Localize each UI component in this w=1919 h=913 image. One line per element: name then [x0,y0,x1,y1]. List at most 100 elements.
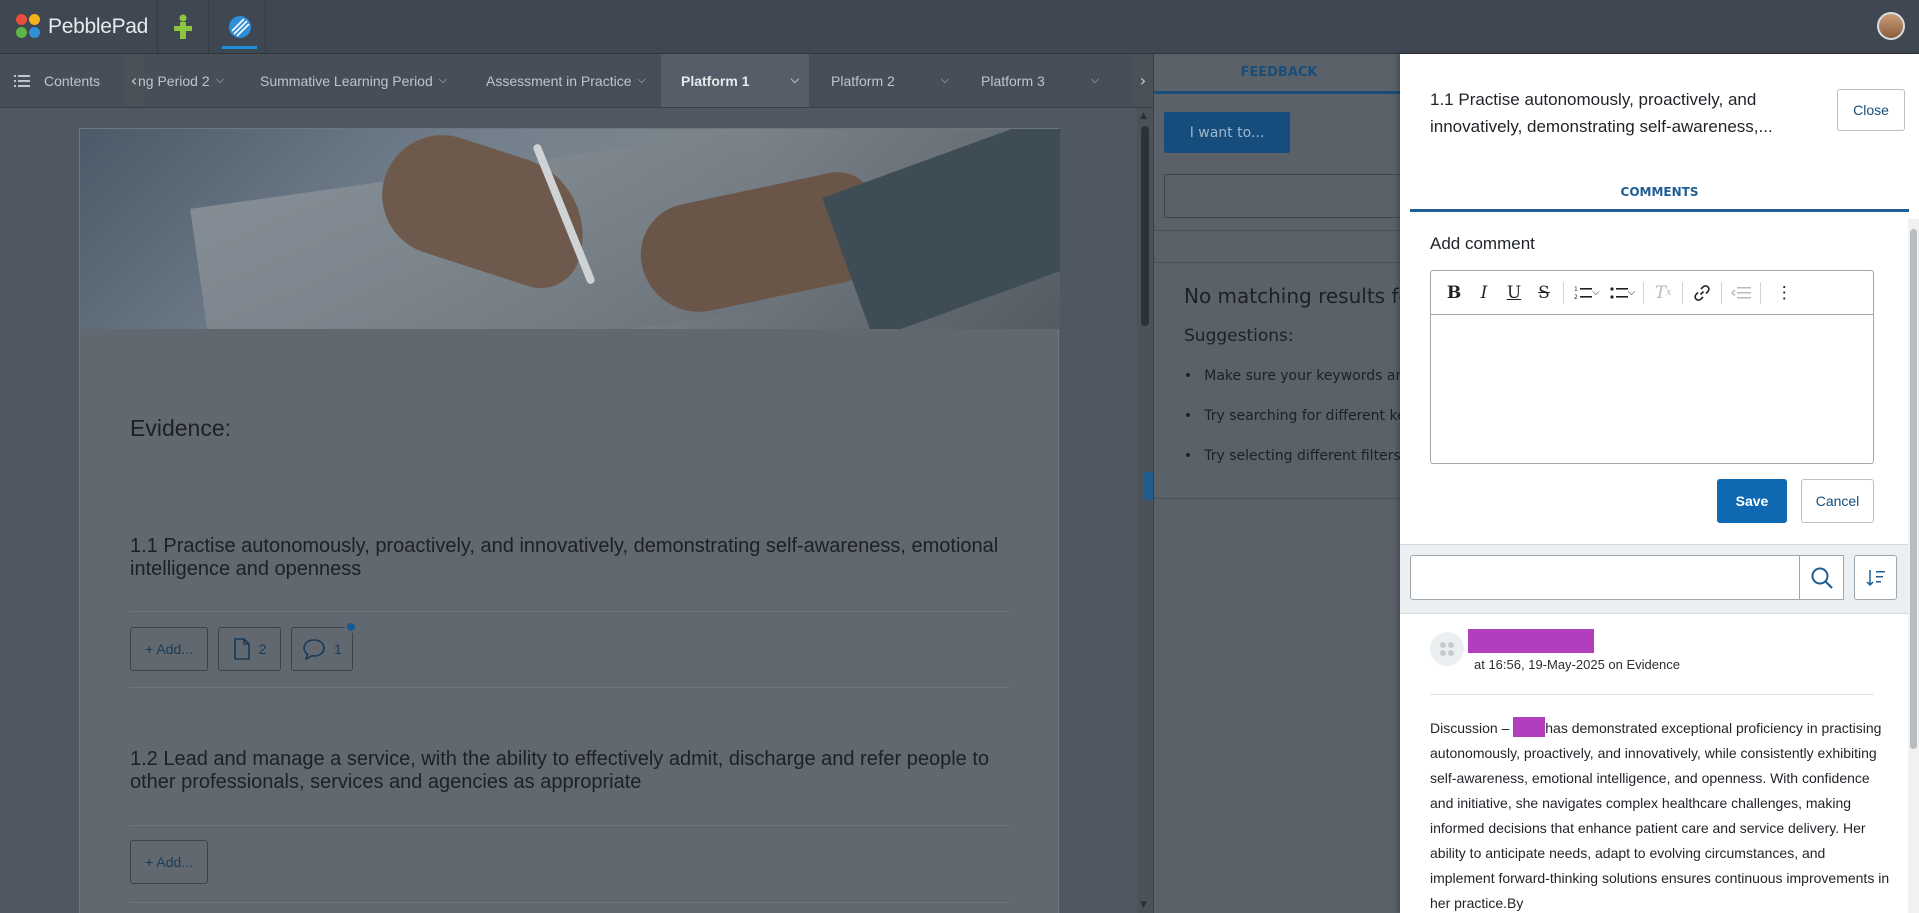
tab-label: Assessment in Practice [486,72,632,89]
comment-icon [303,639,325,660]
suggestions-heading: Suggestions: [1184,326,1294,346]
tab-label: Platform 1 [681,72,750,89]
comment-search-bar [1400,544,1908,614]
add-evidence-button[interactable]: + Add... [130,840,208,884]
i-want-to-button[interactable]: I want to... [1164,112,1290,153]
svg-text:2: 2 [1574,294,1578,301]
notification-dot [345,621,357,633]
document-icon [233,638,250,660]
comment-body: Discussion – has demonstrated exceptiona… [1430,716,1890,913]
toolbar-separator [1760,281,1762,304]
suggestion-item: Try selecting different filters. [1184,448,1405,464]
divider [130,825,1010,826]
divider [1154,262,1404,263]
toolbar-separator [1682,281,1684,304]
outdent-icon[interactable] [1726,278,1756,308]
tab-assessment-in-practice[interactable]: Assessment in Practice ⌵ [486,54,646,107]
search-icon [1811,567,1833,589]
comment-editor[interactable]: B I U S 12 ⌵ ⌵ Tx ⋮ [1430,270,1874,464]
tab-platform-1[interactable]: Platform 1 ⌵ [661,54,809,107]
feedback-search-input[interactable] [1164,174,1404,218]
tab-learning-period-2[interactable]: ng Period 2 ⌵ [138,54,246,107]
tab-comments[interactable]: COMMENTS [1410,174,1909,212]
tab-label: Platform 2 [831,72,895,89]
tab-label: Summative Learning Period [260,72,433,89]
workspace-button[interactable] [214,0,266,53]
more-options-icon[interactable]: ⋮ [1769,278,1799,308]
contents-button[interactable]: Contents [14,54,110,107]
underline-icon[interactable]: U [1499,278,1529,308]
drawer-scrollbar[interactable] [1908,219,1919,913]
divider [1154,498,1404,499]
section-tab-bar: Contents ‹ ng Period 2 ⌵ Summative Learni… [0,54,1153,108]
panel-resize-handle[interactable] [1144,472,1153,500]
name-redacted [1513,717,1546,737]
editor-toolbar: B I U S 12 ⌵ ⌵ Tx ⋮ [1431,271,1873,315]
scrollbar-thumb[interactable] [1141,126,1149,326]
comments-count: 1 [334,641,342,657]
search-button[interactable] [1799,555,1844,600]
italic-icon[interactable]: I [1469,278,1499,308]
cancel-button[interactable]: Cancel [1801,479,1874,523]
top-bar: PebblePad [0,0,1919,54]
user-avatar[interactable] [1877,12,1905,40]
scroll-up-icon[interactable]: ▲ [1140,111,1147,121]
tab-platform-3[interactable]: Platform 3 ⌵ [961,54,1109,107]
portfolio-page [79,128,1060,913]
tab-platform-2[interactable]: Platform 2 ⌵ [811,54,959,107]
comments-button[interactable]: 1 [291,627,353,671]
bold-icon[interactable]: B [1439,278,1469,308]
svg-text:1: 1 [1574,286,1578,293]
files-count: 2 [258,641,267,657]
toolbar-separator [1643,281,1645,304]
save-button[interactable]: Save [1717,479,1787,523]
comment-search-input[interactable] [1410,555,1800,600]
chevron-down-icon: ⌵ [940,74,949,86]
divider [1430,694,1874,695]
files-button[interactable]: 2 [218,627,281,671]
comments-drawer: 1.1 Practise autonomously, proactively, … [1400,54,1919,913]
chevron-down-icon: ⌵ [1090,74,1099,86]
add-evidence-button[interactable]: + Add... [130,627,208,671]
chevron-down-icon[interactable]: ⌵ [1592,287,1600,298]
tab-feedback[interactable]: FEEDBACK [1154,54,1404,94]
link-icon[interactable] [1687,278,1717,308]
logo-mark-icon [16,14,42,40]
chevron-down-icon: ⌵ [637,74,646,86]
suggestion-item: Make sure your keywords are [1184,368,1409,384]
page-scrollbar[interactable]: ▲ ▼ [1137,108,1153,913]
scroll-down-icon[interactable]: ▼ [1140,900,1147,910]
sort-icon [1865,569,1885,586]
suggestion-item: Try searching for different key [1184,408,1414,424]
contents-label: Contents [44,72,101,89]
tab-label: Platform 3 [981,72,1045,89]
pebblepad-logo[interactable]: PebblePad [16,12,148,42]
scroll-tabs-right-icon[interactable]: › [1133,54,1153,107]
chevron-down-icon[interactable]: ⌵ [1628,287,1636,298]
workspace-icon [228,15,251,38]
feedback-panel: FEEDBACK I want to... No matching result… [1153,54,1414,913]
divider [130,611,1010,612]
evidence-item-title: 1.1 Practise autonomously, proactively, … [130,535,999,580]
clear-formatting-icon[interactable]: Tx [1648,278,1678,308]
banner-image [80,129,1060,329]
comment-meta: at 16:56, 19-May-2025 on Evidence [1474,657,1680,672]
comment-text-start: Discussion – [1430,720,1514,736]
strikethrough-icon[interactable]: S [1529,278,1559,308]
commenter-avatar [1430,632,1464,666]
tab-summative-learning-period[interactable]: Summative Learning Period ⌵ [260,54,447,107]
add-button[interactable] [157,0,209,53]
toolbar-separator [1721,281,1723,304]
chevron-down-icon: ⌵ [215,74,224,86]
no-results-message: No matching results fo [1184,284,1411,308]
logo-text: PebblePad [48,15,149,38]
scrollbar-thumb[interactable] [1910,229,1917,749]
sort-button[interactable] [1854,555,1897,600]
toolbar-separator [1563,281,1564,304]
evidence-item-title: 1.2 Lead and manage a service, with the … [130,748,990,793]
drawer-title: 1.1 Practise autonomously, proactively, … [1430,90,1773,136]
list-icon [14,74,30,87]
close-button[interactable]: Close [1837,89,1905,131]
comment-text-rest: has demonstrated exceptional proficiency… [1430,720,1890,911]
add-comment-label: Add comment [1430,234,1535,253]
